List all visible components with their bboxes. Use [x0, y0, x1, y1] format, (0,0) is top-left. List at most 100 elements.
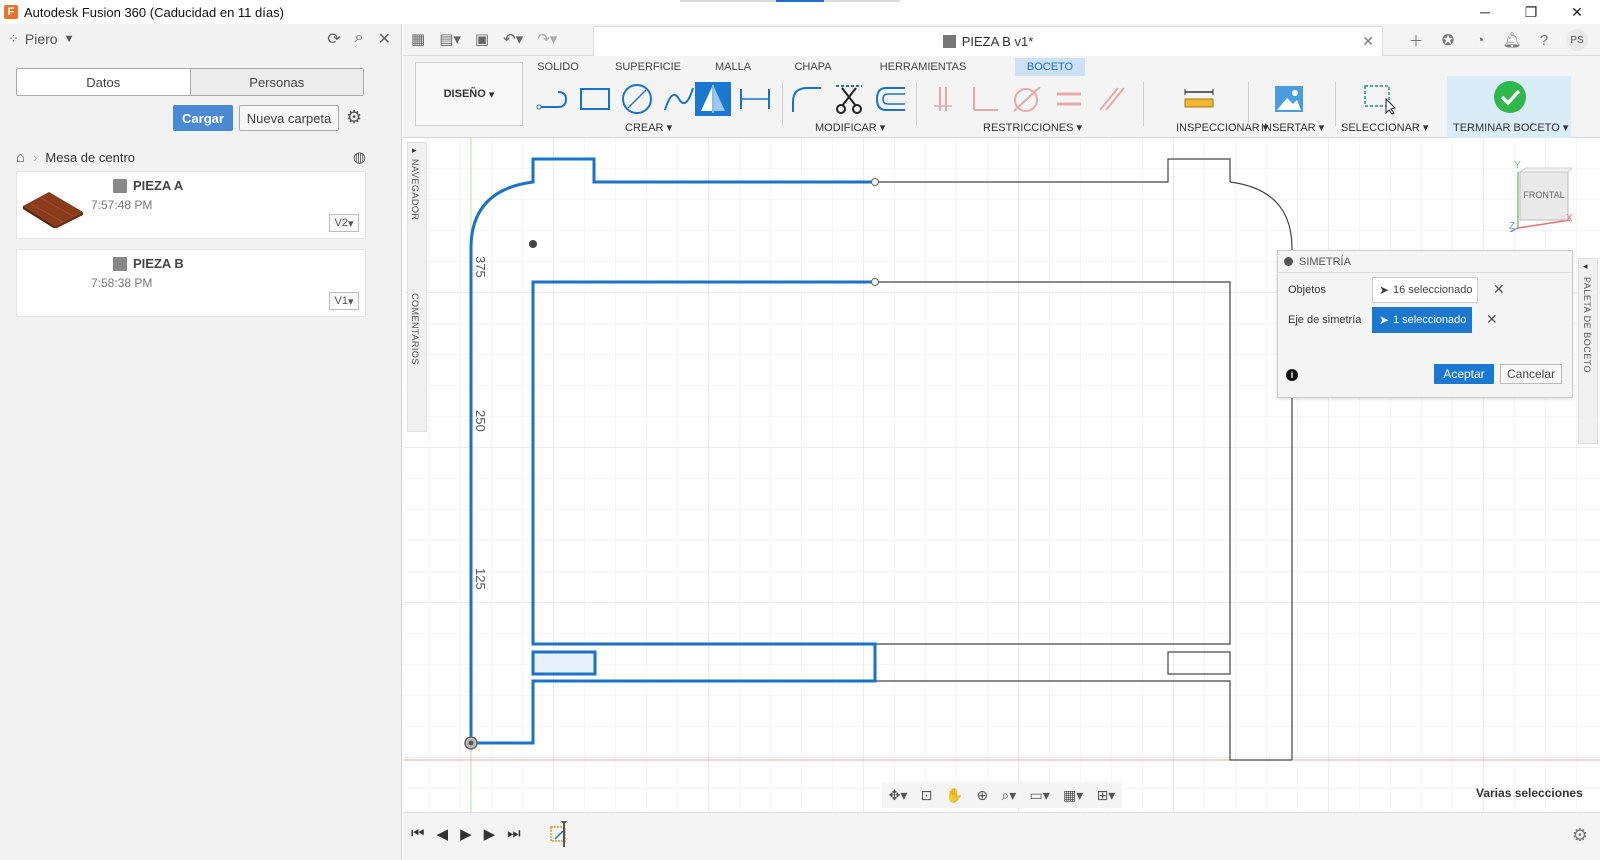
restore-button[interactable]: ❐ [1508, 0, 1554, 24]
group-restricciones[interactable]: RESTRICCIONES ▾ [983, 121, 1082, 134]
info-icon[interactable]: i [1286, 369, 1298, 381]
first-step-icon[interactable]: ⏮ [411, 825, 425, 843]
document-tab[interactable]: PIEZA B v1* ✕ [593, 26, 1383, 56]
job-status-icon[interactable]: ◔ [1470, 30, 1490, 50]
viewports-icon[interactable]: ⊞▾ [1097, 787, 1116, 804]
workspace-dropdown[interactable]: DISEÑO ▾ [415, 62, 523, 126]
home-icon[interactable]: ⌂ [16, 149, 25, 166]
avatar[interactable]: PS [1566, 29, 1588, 51]
fillet-tool-icon[interactable] [789, 82, 825, 116]
play-icon[interactable]: ▶︎ [460, 825, 472, 843]
sketch-canvas[interactable]: 375 250 125 [403, 138, 1600, 812]
sketch-timeline-item-icon[interactable] [549, 819, 571, 847]
save-icon[interactable]: ▣ [475, 30, 489, 48]
previous-step-icon[interactable]: ◀︎ [437, 825, 449, 843]
select-tool-icon[interactable] [1361, 82, 1397, 116]
grid-menu-icon[interactable]: ▦ [411, 30, 425, 48]
refresh-icon[interactable]: ⟳ [327, 29, 340, 49]
sketch-palette-strip[interactable]: ◂ PALETA DE BOCETO [1578, 258, 1598, 444]
minimize-button[interactable]: ─ [1462, 0, 1508, 24]
next-step-icon[interactable]: ▶︎ [484, 825, 496, 843]
look-at-icon[interactable]: ⊡ [921, 787, 933, 804]
new-folder-button[interactable]: Nueva carpeta [239, 105, 339, 131]
upload-button[interactable]: Cargar [173, 105, 233, 131]
tab-personas[interactable]: Personas [189, 69, 363, 95]
version-dropdown[interactable]: V1 ▾ [329, 292, 359, 310]
help-icon[interactable]: ? [1534, 30, 1554, 50]
tangent-constraint-icon[interactable] [1009, 82, 1045, 116]
navigator-strip[interactable]: ▸ NAVEGADOR COMENTARIOS [407, 142, 427, 432]
group-modificar[interactable]: MODIFICAR ▾ [815, 121, 885, 134]
cancel-button[interactable]: Cancelar [1500, 364, 1562, 384]
user-selector[interactable]: Piero [25, 31, 58, 47]
redo-icon[interactable]: ↷▾ [537, 30, 557, 48]
offset-tool-icon[interactable] [873, 82, 909, 116]
file-item[interactable]: PIEZA A 7:57:48 PM V2 ▾ [16, 171, 366, 239]
zoom-window-icon[interactable]: ⌕▾ [1001, 787, 1016, 804]
circle-tool-icon[interactable] [619, 82, 655, 116]
sketch-palette-label[interactable]: PALETA DE BOCETO [1582, 277, 1592, 373]
gear-icon[interactable]: ⚙ [346, 107, 362, 128]
insert-image-icon[interactable] [1271, 82, 1307, 116]
chevron-down-icon[interactable]: ▼ [64, 33, 75, 45]
viewcube[interactable]: FRONTAL Y X Z [1508, 160, 1574, 233]
perpendicular-constraint-icon[interactable] [967, 82, 1003, 116]
notifications-icon[interactable]: 🔔︎ [1502, 30, 1522, 50]
tab-boceto[interactable]: BOCETO [1015, 58, 1085, 76]
last-step-icon[interactable]: ⏭ [507, 825, 521, 843]
orbit-icon[interactable]: ✥▾ [889, 787, 908, 804]
chevron-right-icon: › [33, 149, 38, 165]
group-terminar-boceto[interactable]: TERMINAR BOCETO ▾ [1453, 121, 1568, 134]
group-seleccionar[interactable]: SELECCIONAR ▾ [1341, 121, 1428, 134]
breadcrumb-folder[interactable]: Mesa de centro [45, 150, 135, 165]
version-dropdown[interactable]: V2 ▾ [329, 214, 359, 232]
tab-superficie[interactable]: SUPERFICIE [608, 58, 688, 76]
tab-chapa[interactable]: CHAPA [788, 58, 838, 76]
tab-datos[interactable]: Datos [17, 69, 190, 95]
file-menu-icon[interactable]: ▤▾ [439, 30, 461, 48]
globe-icon[interactable]: ◍ [353, 148, 366, 166]
coincident-constraint-icon[interactable] [925, 82, 961, 116]
viewcube-face-label[interactable]: FRONTAL [1520, 190, 1568, 200]
undo-icon[interactable]: ↶▾ [503, 30, 523, 48]
tab-malla[interactable]: MALLA [708, 58, 758, 76]
display-settings-icon[interactable]: ▭▾ [1030, 787, 1050, 804]
tab-herramientas[interactable]: HERRAMIENTAS [873, 58, 973, 76]
expand-icon[interactable]: ◂ [1583, 261, 1588, 272]
new-tab-icon[interactable]: ＋ [1406, 30, 1426, 50]
comments-label[interactable]: COMENTARIOS [410, 293, 420, 365]
navigator-label[interactable]: NAVEGADOR [410, 159, 420, 220]
parallel-constraint-icon[interactable] [1093, 82, 1129, 116]
timeline-settings-icon[interactable]: ⚙ [1572, 825, 1588, 846]
axis-selection[interactable]: ➤ 1 seleccionado [1372, 307, 1472, 333]
close-icon[interactable]: ✕ [378, 29, 391, 49]
group-inspeccionar[interactable]: INSPECCIONAR ▾ [1176, 121, 1268, 134]
group-insertar[interactable]: INSERTAR ▾ [1261, 121, 1324, 134]
expand-icon[interactable]: ▸ [412, 145, 417, 156]
line-tool-icon[interactable] [535, 82, 571, 116]
close-tab-icon[interactable]: ✕ [1362, 33, 1374, 50]
search-icon[interactable]: ⌕ [355, 29, 364, 49]
group-crear[interactable]: CREAR ▾ [625, 121, 672, 134]
measure-tool-icon[interactable] [1181, 82, 1217, 116]
objects-selection[interactable]: ➤ 16 seleccionado [1372, 277, 1478, 303]
rectangle-tool-icon[interactable] [577, 82, 613, 116]
grid-settings-icon[interactable]: ▦▾ [1063, 787, 1083, 804]
spline-tool-icon[interactable] [661, 82, 697, 116]
ok-button[interactable]: Aceptar [1434, 364, 1494, 384]
mirror-tool-icon[interactable] [695, 82, 731, 116]
sketch-drawing[interactable]: 375 250 125 [403, 138, 1600, 812]
zoom-icon[interactable]: ⊕ [976, 787, 988, 804]
trim-tool-icon[interactable] [831, 82, 867, 116]
pan-icon[interactable]: ✋ [946, 787, 963, 804]
file-item[interactable]: PIEZA B 7:58:38 PM V1 ▾ [16, 249, 366, 317]
clear-axis-icon[interactable]: ✕ [1486, 311, 1498, 328]
dimension-tool-icon[interactable] [737, 82, 773, 116]
breadcrumb: ⌂ › Mesa de centro ◍ [16, 148, 366, 167]
equal-constraint-icon[interactable] [1051, 82, 1087, 116]
close-window-button[interactable]: ✕ [1554, 0, 1600, 24]
tab-solido[interactable]: SOLIDO [528, 58, 588, 76]
extensions-icon[interactable]: ✪ [1438, 30, 1458, 50]
clear-objects-icon[interactable]: ✕ [1493, 281, 1505, 298]
collapse-dialog-icon[interactable] [1284, 257, 1293, 266]
